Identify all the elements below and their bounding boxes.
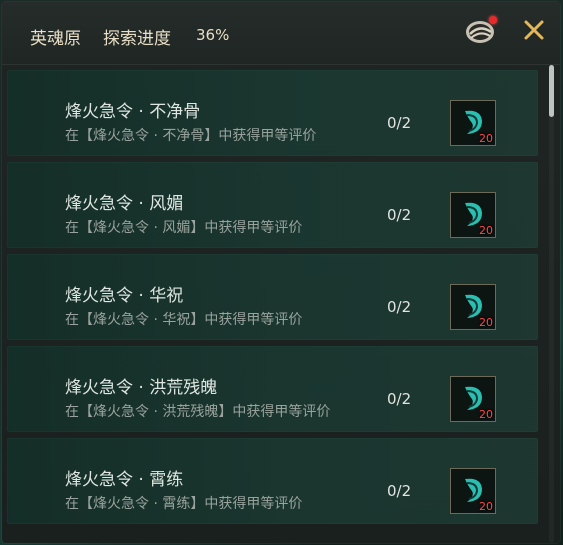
panel-header: 英魂原 探索进度 36% <box>2 2 560 65</box>
close-icon <box>524 20 544 40</box>
item-desc: 在【烽火急令 · 霄练】中获得甲等评价 <box>65 496 303 512</box>
reward-slot[interactable]: 20 <box>450 100 496 146</box>
item-name: 烽火急令 · 不净骨 <box>65 102 201 122</box>
reward-slot[interactable]: 20 <box>450 376 496 422</box>
item-progress: 0/2 <box>387 206 412 224</box>
reward-qty: 20 <box>479 500 493 513</box>
item-progress: 0/2 <box>387 298 412 316</box>
list-item: 烽火急令 · 霄练 在【烽火急令 · 霄练】中获得甲等评价 0/2 20 <box>7 438 538 524</box>
area-title: 英魂原 <box>30 29 81 49</box>
exploration-panel: 英魂原 探索进度 36% 烽火急令 · 不净骨 在【烽火急令 · 不净骨】中获得… <box>2 2 560 543</box>
item-desc: 在【烽火急令 · 华祝】中获得甲等评价 <box>65 312 303 328</box>
reward-qty: 20 <box>479 408 493 421</box>
reward-slot[interactable]: 20 <box>450 284 496 330</box>
reward-slot[interactable]: 20 <box>450 192 496 238</box>
item-desc: 在【烽火急令 · 风媚】中获得甲等评价 <box>65 220 303 236</box>
reward-slot[interactable]: 20 <box>450 468 496 514</box>
item-name: 烽火急令 · 洪荒残魄 <box>65 378 218 398</box>
progress-label: 探索进度 <box>103 29 171 49</box>
list-item: 烽火急令 · 洪荒残魄 在【烽火急令 · 洪荒残魄】中获得甲等评价 0/2 20 <box>7 346 538 432</box>
reward-qty: 20 <box>479 224 493 237</box>
progress-value: 36% <box>196 26 230 44</box>
task-list[interactable]: 烽火急令 · 不净骨 在【烽火急令 · 不净骨】中获得甲等评价 0/2 20 烽… <box>2 65 546 543</box>
item-progress: 0/2 <box>387 114 412 132</box>
item-progress: 0/2 <box>387 390 412 408</box>
list-item: 烽火急令 · 不净骨 在【烽火急令 · 不净骨】中获得甲等评价 0/2 20 <box>7 70 538 156</box>
notification-dot <box>489 16 497 24</box>
reward-qty: 20 <box>479 316 493 329</box>
scroll-thumb[interactable] <box>549 65 554 117</box>
reward-qty: 20 <box>479 132 493 145</box>
scrollbar[interactable] <box>549 65 554 543</box>
item-name: 烽火急令 · 华祝 <box>65 286 184 306</box>
item-desc: 在【烽火急令 · 洪荒残魄】中获得甲等评价 <box>65 404 331 420</box>
close-button[interactable] <box>518 14 550 46</box>
item-desc: 在【烽火急令 · 不净骨】中获得甲等评价 <box>65 128 317 144</box>
scroll-button[interactable] <box>464 14 500 46</box>
list-item: 烽火急令 · 华祝 在【烽火急令 · 华祝】中获得甲等评价 0/2 20 <box>7 254 538 340</box>
item-progress: 0/2 <box>387 482 412 500</box>
item-name: 烽火急令 · 霄练 <box>65 470 184 490</box>
item-name: 烽火急令 · 风媚 <box>65 194 184 214</box>
list-item: 烽火急令 · 风媚 在【烽火急令 · 风媚】中获得甲等评价 0/2 20 <box>7 162 538 248</box>
